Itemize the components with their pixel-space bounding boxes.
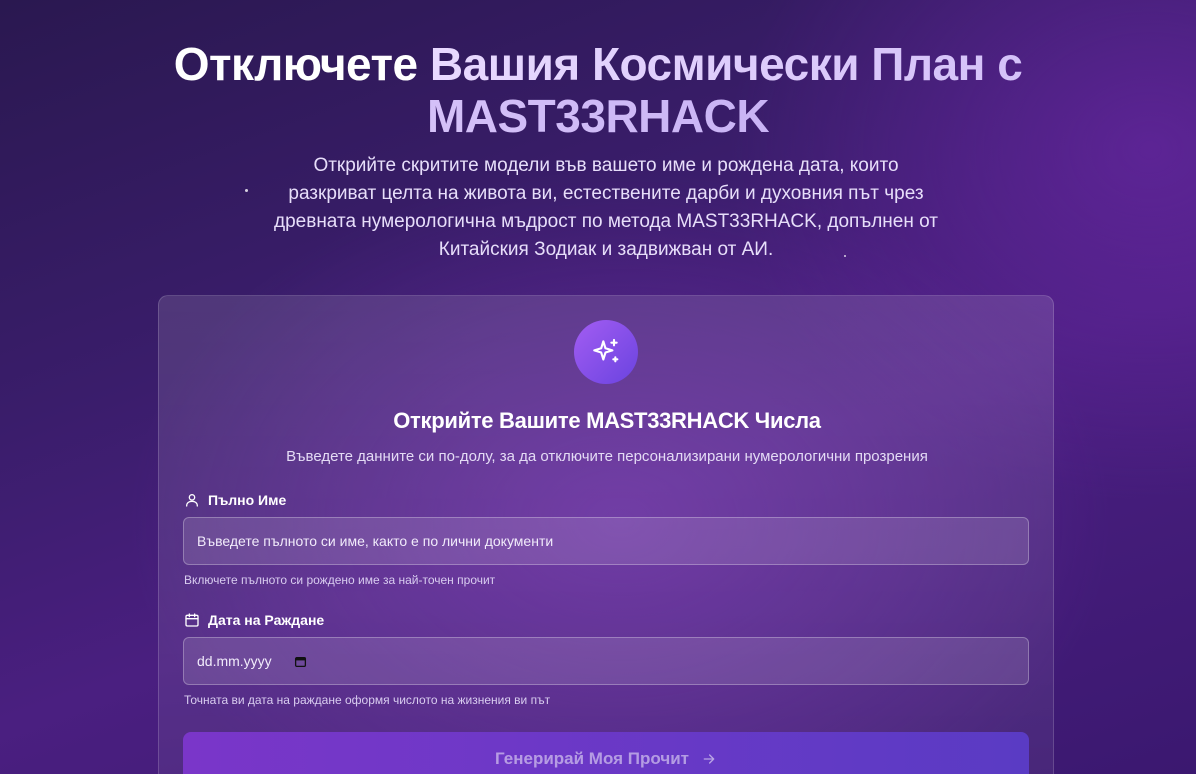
reading-form-card: Открийте Вашите MAST33RHACK Числа Въведе… <box>158 295 1054 774</box>
full-name-label-text: Пълно Име <box>208 492 287 508</box>
star-decoration <box>245 189 248 192</box>
birth-date-placeholder: dd.mm.yyyy <box>197 653 272 669</box>
page-subtitle: Открийте скритите модели във вашето име … <box>274 155 938 260</box>
generate-reading-button[interactable]: Генерирай Моя Прочит <box>183 732 1029 774</box>
sparkles-badge <box>574 320 638 384</box>
arrow-right-icon <box>703 754 715 764</box>
page-title-part2: Вашия Космически План с MAST33RHACK <box>426 38 1023 142</box>
generate-reading-label: Генерирай Моя Прочит <box>495 749 689 768</box>
sparkles-icon <box>593 338 619 363</box>
form-title: Открийте Вашите MAST33RHACK Числа <box>393 408 821 433</box>
page-title-part1: Отключете <box>173 38 430 90</box>
form-subtitle: Въведете данните си по-долу, за да отклю… <box>286 448 928 465</box>
page-title: Отключете Вашия Космически План с MAST33… <box>0 38 1196 142</box>
birth-date-label: Дата на Раждане <box>184 612 324 628</box>
full-name-label: Пълно Име <box>184 492 286 508</box>
calendar-picker-icon[interactable] <box>294 655 307 668</box>
birth-date-input[interactable]: dd.mm.yyyy <box>183 637 1029 685</box>
user-icon <box>186 494 198 507</box>
full-name-placeholder: Въведете пълното си име, както е по личн… <box>197 533 554 549</box>
full-name-input[interactable]: Въведете пълното си име, както е по личн… <box>183 517 1029 565</box>
calendar-icon <box>185 613 199 627</box>
birth-date-hint: Точната ви дата на раждане оформя числот… <box>184 693 551 707</box>
full-name-hint: Включете пълното си рождено име за най-т… <box>184 573 496 587</box>
birth-date-label-text: Дата на Раждане <box>208 612 325 628</box>
